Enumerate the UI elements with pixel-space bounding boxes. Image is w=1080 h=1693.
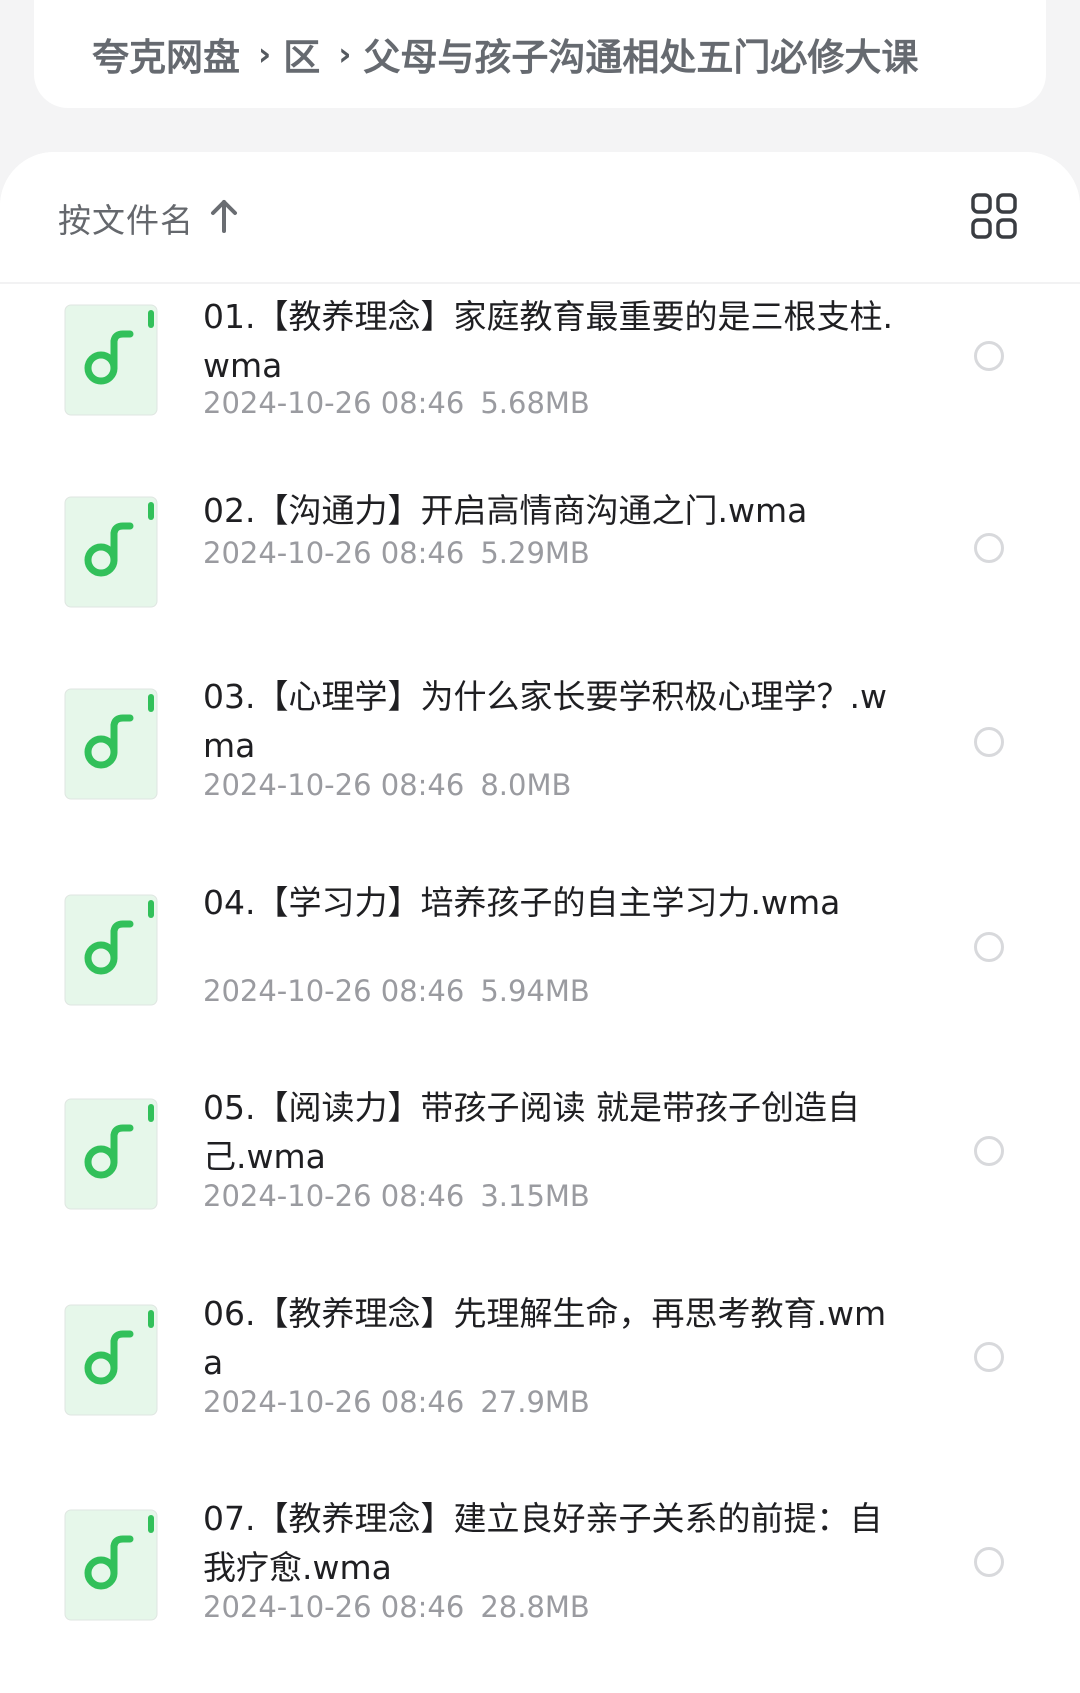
breadcrumb-item-root[interactable]: 夸克网盘	[92, 27, 240, 81]
grid-view-icon[interactable]	[970, 192, 1018, 240]
breadcrumb-item-current: 父母与孩子沟通相处五门必修大课	[363, 36, 919, 79]
music-file-icon	[64, 304, 158, 416]
list-item[interactable]: 05.【阅读力】带孩子阅读 就是带孩子创造自己.wma 2024-10-26 0…	[0, 1088, 1080, 1298]
file-size: 5.68MB	[480, 386, 590, 420]
select-radio[interactable]	[974, 932, 1004, 962]
file-list-panel: 按文件名 01.【教养理念】家庭教育最重要的是三根支柱.wma 2024-10-…	[0, 152, 1080, 1693]
file-date: 2024-10-26 08:46	[203, 1590, 465, 1624]
select-radio[interactable]	[974, 1547, 1004, 1577]
music-file-icon	[64, 688, 158, 800]
file-size: 3.15MB	[480, 1179, 590, 1213]
file-date: 2024-10-26 08:46	[203, 1385, 465, 1419]
list-item[interactable]: 07.【教养理念】建立良好亲子关系的前提：自我疗愈.wma 2024-10-26…	[0, 1499, 1080, 1693]
file-meta: 2024-10-26 08:46 27.9MB	[203, 1385, 590, 1419]
file-meta: 2024-10-26 08:46 5.94MB	[203, 974, 590, 1008]
file-meta: 2024-10-26 08:46 5.68MB	[203, 386, 590, 420]
file-size: 5.29MB	[480, 536, 590, 570]
file-name: 07.【教养理念】建立良好亲子关系的前提：自我疗愈.wma	[203, 1499, 883, 1587]
music-file-icon	[64, 496, 158, 608]
select-radio[interactable]	[974, 341, 1004, 371]
breadcrumb-item-section[interactable]: 区	[283, 27, 320, 81]
file-meta: 2024-10-26 08:46 5.29MB	[203, 536, 590, 570]
file-date: 2024-10-26 08:46	[203, 536, 465, 570]
file-size: 27.9MB	[480, 1385, 590, 1419]
select-radio[interactable]	[974, 1136, 1004, 1166]
file-meta: 2024-10-26 08:46 3.15MB	[203, 1179, 590, 1213]
list-item[interactable]: 04.【学习力】培养孩子的自主学习力.wma 2024-10-26 08:46 5…	[0, 883, 1080, 1094]
file-name: 03.【心理学】为什么家长要学积极心理学？.wma	[203, 677, 887, 765]
list-item[interactable]: 02.【沟通力】开启高情商沟通之门.wma 2024-10-26 08:46 5.…	[0, 491, 1080, 684]
file-date: 2024-10-26 08:46	[203, 974, 465, 1008]
file-meta: 2024-10-26 08:46 8.0MB	[203, 768, 571, 802]
file-size: 28.8MB	[480, 1590, 590, 1624]
breadcrumb-separator-icon: ›	[258, 35, 272, 73]
file-name: 05.【阅读力】带孩子阅读 就是带孩子创造自己.wma	[203, 1088, 860, 1176]
file-name: 06.【教养理念】先理解生命，再思考教育.wma	[203, 1294, 887, 1382]
list-item[interactable]: 01.【教养理念】家庭教育最重要的是三根支柱.wma 2024-10-26 08…	[0, 297, 1080, 494]
file-size: 5.94MB	[480, 974, 590, 1008]
sort-bar: 按文件名	[0, 152, 1080, 284]
breadcrumb-separator-icon: ›	[338, 35, 352, 73]
file-name: 04.【学习力】培养孩子的自主学习力.wma	[203, 883, 841, 922]
file-name: 02.【沟通力】开启高情商沟通之门.wma	[203, 491, 808, 530]
file-date: 2024-10-26 08:46	[203, 768, 465, 802]
arrow-up-icon[interactable]	[208, 198, 240, 234]
file-size: 8.0MB	[480, 768, 572, 802]
list-item[interactable]: 06.【教养理念】先理解生命，再思考教育.wma 2024-10-26 08:4…	[0, 1294, 1080, 1504]
music-file-icon	[64, 1509, 158, 1621]
music-file-icon	[64, 1098, 158, 1210]
file-name: 01.【教养理念】家庭教育最重要的是三根支柱.wma	[203, 297, 893, 385]
file-meta: 2024-10-26 08:46 28.8MB	[203, 1590, 590, 1624]
sort-by-name-button[interactable]: 按文件名	[58, 194, 194, 242]
breadcrumb: 夸克网盘 › 区 › 父母与孩子沟通相处五门必修大课	[34, 0, 1046, 108]
list-item[interactable]: 03.【心理学】为什么家长要学积极心理学？.wma 2024-10-26 08:…	[0, 677, 1080, 888]
music-file-icon	[64, 894, 158, 1006]
file-date: 2024-10-26 08:46	[203, 1179, 465, 1213]
music-file-icon	[64, 1304, 158, 1416]
select-radio[interactable]	[974, 1342, 1004, 1372]
file-date: 2024-10-26 08:46	[203, 386, 465, 420]
select-radio[interactable]	[974, 727, 1004, 757]
select-radio[interactable]	[974, 533, 1004, 563]
